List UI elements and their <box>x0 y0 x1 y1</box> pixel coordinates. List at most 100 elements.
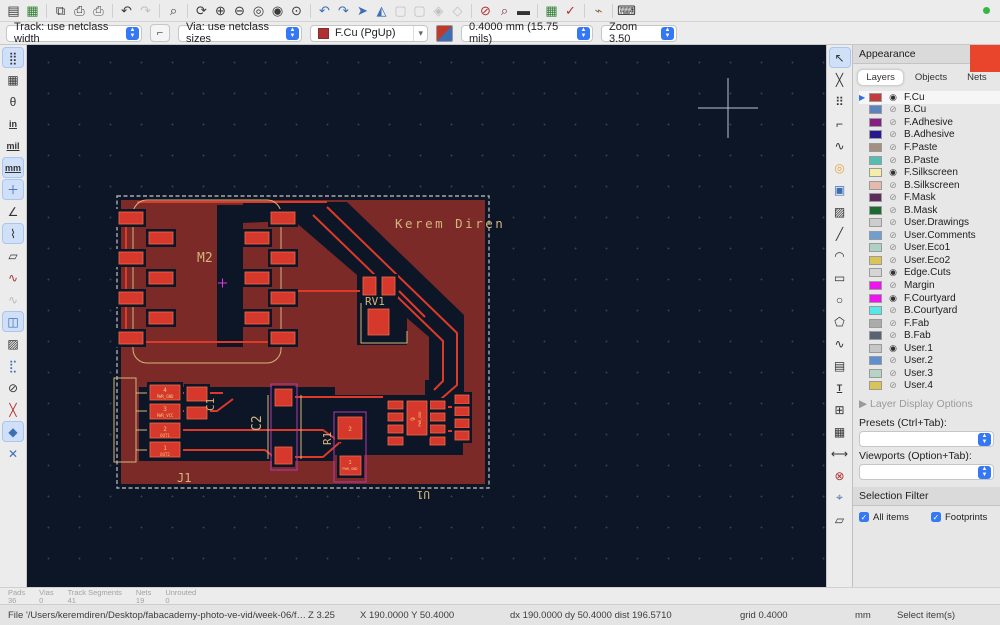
rotate-ccw-button[interactable]: ↶ <box>315 2 334 20</box>
add-footprint-tool[interactable]: ▣ <box>829 179 851 200</box>
checkbox[interactable]: ✓ <box>931 512 941 523</box>
tune-length-tool[interactable]: ∿ <box>829 135 851 156</box>
layer-color-swatch[interactable] <box>869 180 882 190</box>
layer-color-swatch[interactable] <box>869 193 882 203</box>
select-tool[interactable]: ↖ <box>828 47 851 68</box>
ratsnest-button[interactable]: ∿ <box>2 267 24 288</box>
layer-row-user-eco2[interactable]: ⊘ User.Eco2 <box>859 254 1000 267</box>
show-ratsnest-button[interactable]: ⊘ <box>476 2 495 20</box>
eye-icon[interactable]: ◉ <box>887 293 899 304</box>
sketch-zones-button[interactable]: ▨ <box>2 333 24 354</box>
curved-ratsnest-button[interactable]: ∿ <box>2 289 24 310</box>
smd-pad[interactable] <box>148 271 174 285</box>
add-via-tool[interactable]: ◎ <box>829 157 851 178</box>
grid-origin-tool[interactable]: ⌖ <box>829 487 851 508</box>
layer-color-swatch[interactable] <box>869 368 882 378</box>
smd-pad[interactable] <box>274 446 293 465</box>
layer-color-swatch[interactable] <box>869 243 882 253</box>
layer-row-b-fab[interactable]: ⊘ B.Fab <box>859 329 1000 342</box>
zoom-select[interactable]: Zoom 3.50 ▲ ▼ <box>601 21 677 45</box>
eye-slash-icon[interactable]: ⊘ <box>887 305 899 316</box>
layer-color-swatch[interactable] <box>869 280 882 290</box>
measure-tool[interactable]: ▱ <box>829 509 851 530</box>
track-posture-button[interactable]: ⌐ <box>150 24 170 42</box>
mirror-button[interactable]: ◭ <box>372 2 391 20</box>
zoom-selection-button[interactable]: ⊙ <box>287 2 306 20</box>
lock-button[interactable]: ◈ <box>429 2 448 20</box>
eye-icon[interactable]: ◉ <box>887 92 899 103</box>
layer-row-f-silkscreen[interactable]: ◉ F.Silkscreen <box>859 166 1000 179</box>
add-image-tool[interactable]: ▤ <box>829 355 851 376</box>
smd-pad[interactable] <box>387 436 404 446</box>
ungroup-button[interactable]: ▢ <box>410 2 429 20</box>
unlock-button[interactable]: ◇ <box>448 2 467 20</box>
layer-row-f-paste[interactable]: ⊘ F.Paste <box>859 141 1000 154</box>
layer-row-user-drawings[interactable]: ⊘ User.Drawings <box>859 216 1000 229</box>
layer-row-user-2[interactable]: ⊘ User.2 <box>859 354 1000 367</box>
outline-footprints-button[interactable]: ◫ <box>2 311 24 332</box>
zoom-objects-button[interactable]: ◉ <box>268 2 287 20</box>
layer-color-swatch[interactable] <box>869 230 882 240</box>
group-button[interactable]: ▢ <box>391 2 410 20</box>
eye-slash-icon[interactable]: ⊘ <box>887 104 899 115</box>
layer-color-swatch[interactable] <box>869 255 882 265</box>
smd-pad[interactable] <box>118 211 144 225</box>
eye-slash-icon[interactable]: ⊘ <box>887 217 899 228</box>
tab-objects[interactable]: Objects <box>906 69 956 86</box>
eye-slash-icon[interactable]: ⊘ <box>887 280 899 291</box>
refresh-button[interactable]: ⟳ <box>192 2 211 20</box>
layer-row-b-adhesive[interactable]: ⊘ B.Adhesive <box>859 129 1000 142</box>
layer-color-swatch[interactable] <box>869 117 882 127</box>
layer-pair-button[interactable] <box>436 24 453 42</box>
print-button[interactable]: ⎙ <box>70 2 89 20</box>
eye-slash-icon[interactable]: ⊘ <box>887 380 899 391</box>
layer-color-swatch[interactable] <box>869 205 882 215</box>
layer-color-swatch[interactable] <box>869 331 882 341</box>
update-pcb-button[interactable]: ▦ <box>542 2 561 20</box>
layer-row-f-fab[interactable]: ⊘ F.Fab <box>859 317 1000 330</box>
smd-pad[interactable] <box>454 394 470 405</box>
layer-row-f-adhesive[interactable]: ⊘ F.Adhesive <box>859 116 1000 129</box>
eye-slash-icon[interactable]: ⊘ <box>887 117 899 128</box>
units-mm-button[interactable]: mm <box>2 157 24 178</box>
smd-pad[interactable] <box>270 291 296 305</box>
smd-pad[interactable] <box>118 251 144 265</box>
eye-slash-icon[interactable]: ⊘ <box>887 330 899 341</box>
layer-color-swatch[interactable] <box>869 142 882 152</box>
layer-color-swatch[interactable] <box>869 318 882 328</box>
appearance-toggle-button[interactable]: ◆ <box>2 421 24 442</box>
layer-row-f-mask[interactable]: ⊘ F.Mask <box>859 191 1000 204</box>
board-setup-button[interactable]: ▦ <box>23 2 42 20</box>
draw-polygon-tool[interactable]: ⬠ <box>829 311 851 332</box>
layer-row-b-courtyard[interactable]: ⊘ B.Courtyard <box>859 304 1000 317</box>
smd-pad[interactable] <box>118 291 144 305</box>
layer-color-swatch[interactable] <box>869 268 882 278</box>
zoom-in-button[interactable]: ⊕ <box>211 2 230 20</box>
draw-line-tool[interactable]: ╱ <box>829 223 851 244</box>
polar-coords-button[interactable]: θ <box>2 91 24 112</box>
draw-rectangle-tool[interactable]: ▭ <box>829 267 851 288</box>
drc-button[interactable]: ✓ <box>561 2 580 20</box>
add-text-tool[interactable]: T <box>829 377 851 398</box>
via-size-select[interactable]: Via: use netclass sizes ▲ ▼ <box>178 21 302 45</box>
eye-slash-icon[interactable]: ⊘ <box>887 192 899 203</box>
eye-slash-icon[interactable]: ⊘ <box>887 230 899 241</box>
smd-pad[interactable] <box>387 400 404 410</box>
eye-icon[interactable]: ◉ <box>887 267 899 278</box>
zoom-out-button[interactable]: ⊖ <box>230 2 249 20</box>
find-button[interactable]: ⌕ <box>164 2 183 20</box>
highlight-net-tool[interactable]: ╳ <box>829 69 851 90</box>
smd-pad[interactable] <box>387 412 404 422</box>
add-textbox-tool[interactable]: ⊞ <box>829 399 851 420</box>
eye-slash-icon[interactable]: ⊘ <box>887 155 899 166</box>
smd-pad[interactable] <box>429 400 446 410</box>
layer-row-b-cu[interactable]: ⊘ B.Cu <box>859 104 1000 117</box>
smd-pad[interactable] <box>118 331 144 345</box>
smd-pad[interactable] <box>429 412 446 422</box>
eye-icon[interactable]: ◉ <box>887 167 899 178</box>
rotate-cw-button[interactable]: ↷ <box>334 2 353 20</box>
draw-circle-tool[interactable]: ○ <box>829 289 851 310</box>
layer-row-user-eco1[interactable]: ⊘ User.Eco1 <box>859 242 1000 255</box>
dimension-tool[interactable]: ⟷ <box>829 443 851 464</box>
layer-color-swatch[interactable] <box>869 356 882 366</box>
